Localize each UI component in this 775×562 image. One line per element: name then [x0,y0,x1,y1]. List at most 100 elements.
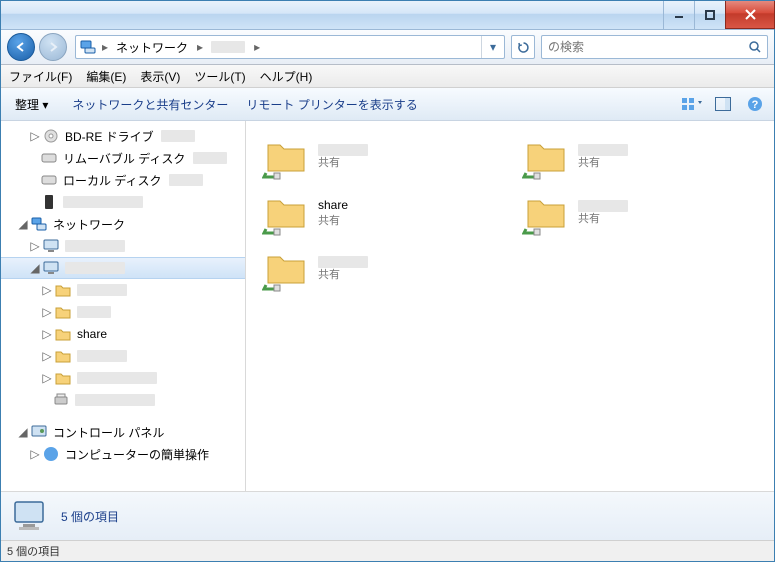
maximize-button[interactable] [694,1,725,29]
shared-folder-icon [522,133,570,181]
tree-label: コントロール パネル [53,424,164,441]
details-pane: 5 個の項目 [1,491,774,540]
network-icon [31,216,47,232]
status-text: 5 個の項目 [7,543,60,559]
device-icon [41,194,57,210]
expand-icon[interactable]: ▷ [41,327,53,341]
shared-folder-item[interactable]: share共有 [262,189,462,237]
ease-icon [43,446,59,462]
breadcrumb-current[interactable] [205,36,252,58]
view-button[interactable] [680,93,702,115]
shared-folder-icon [522,189,570,237]
tree-item[interactable] [1,389,245,411]
status-bar: 5 個の項目 [1,540,774,561]
expand-icon[interactable]: ▷ [29,129,41,143]
breadcrumb-network[interactable]: ネットワーク [110,36,195,58]
collapse-icon[interactable]: ◢ [17,217,29,231]
breadcrumb-sep[interactable]: ▸ [252,40,262,54]
organize-button[interactable]: 整理 ▾ [9,94,54,115]
menu-bar: ファイル(F) 編集(E) 表示(V) ツール(T) ヘルプ(H) [1,65,774,88]
tree-item-selected[interactable]: ◢ [1,257,245,279]
tree-label: share [77,327,107,341]
forward-button[interactable] [39,33,67,61]
preview-pane-button[interactable] [712,93,734,115]
shared-folder-icon [262,189,310,237]
refresh-button[interactable] [511,35,535,59]
tree-item[interactable]: ▷ [1,235,245,257]
menu-view[interactable]: 表示(V) [140,68,180,85]
details-text: 5 個の項目 [61,508,119,525]
titlebar [1,1,774,30]
menu-file[interactable]: ファイル(F) [9,68,72,85]
shared-folder-icon [55,348,71,364]
close-button[interactable] [725,1,775,29]
command-bar: 整理 ▾ ネットワークと共有センター リモート プリンターを表示する ? [1,88,774,121]
help-button[interactable]: ? [744,93,766,115]
computer-icon [43,260,59,276]
network-center-link[interactable]: ネットワークと共有センター [72,96,228,113]
shared-folder-icon [262,133,310,181]
breadcrumb-sep[interactable]: ▸ [195,40,205,54]
tree-item[interactable] [1,191,245,213]
tree-item[interactable]: ▷ コンピューターの簡単操作 [1,443,245,465]
navigation-tree: ▷ BD-RE ドライブ リムーバブル ディスク ローカル ディスク ◢ ネット… [1,121,246,491]
tree-item[interactable]: ▷ [1,279,245,301]
shared-folder-icon [55,370,71,386]
remote-printers-link[interactable]: リモート プリンターを表示する [246,96,417,113]
shared-folder-item[interactable]: 共有 [522,133,722,181]
shared-folder-icon [55,304,71,320]
control-panel-icon [31,424,47,440]
tree-item-network[interactable]: ◢ ネットワーク [1,213,245,235]
item-subtitle: 共有 [318,214,348,228]
expand-icon[interactable]: ▷ [29,447,41,461]
shared-folder-item[interactable]: 共有 [262,133,462,181]
item-subtitle: 共有 [578,212,628,226]
tree-label: ローカル ディスク [63,172,162,189]
tree-item[interactable]: ローカル ディスク [1,169,245,191]
menu-edit[interactable]: 編集(E) [86,68,126,85]
tree-label: リムーバブル ディスク [63,150,185,167]
breadcrumb-sep[interactable]: ▸ [100,40,110,54]
minimize-button[interactable] [663,1,694,29]
tree-label: コンピューターの簡単操作 [65,446,209,463]
menu-help[interactable]: ヘルプ(H) [260,68,313,85]
tree-item[interactable]: ▷ BD-RE ドライブ [1,125,245,147]
expand-icon[interactable]: ▷ [41,371,53,385]
search-box[interactable] [541,35,768,59]
item-subtitle: 共有 [578,156,628,170]
drive-icon [41,172,57,188]
menu-tools[interactable]: ツール(T) [194,68,245,85]
expand-icon[interactable]: ▷ [41,349,53,363]
drive-icon [41,150,57,166]
tree-label: BD-RE ドライブ [65,128,154,145]
svg-text:?: ? [752,99,759,111]
collapse-icon[interactable]: ◢ [17,425,29,439]
expand-icon[interactable]: ▷ [41,283,53,297]
shared-folder-icon [262,245,310,293]
tree-item[interactable]: ▷ [1,367,245,389]
expand-icon[interactable]: ▷ [29,239,41,253]
tree-item-control-panel[interactable]: ◢ コントロール パネル [1,421,245,443]
printer-icon [53,392,69,408]
search-input[interactable] [542,39,743,55]
tree-item[interactable]: リムーバブル ディスク [1,147,245,169]
network-icon [80,39,96,55]
back-button[interactable] [7,33,35,61]
navigation-bar: ▸ ネットワーク ▸ ▸ ▾ [1,30,774,65]
tree-item-share[interactable]: ▷ share [1,323,245,345]
tree-item[interactable]: ▷ [1,301,245,323]
computer-icon [11,496,51,536]
collapse-icon[interactable]: ◢ [29,261,41,275]
shared-folder-item[interactable]: 共有 [262,245,462,293]
expand-icon[interactable]: ▷ [41,305,53,319]
shared-folder-item[interactable]: 共有 [522,189,722,237]
shared-folder-icon [55,326,71,342]
computer-icon [43,238,59,254]
shared-folder-icon [55,282,71,298]
address-bar[interactable]: ▸ ネットワーク ▸ ▸ ▾ [75,35,505,59]
item-subtitle: 共有 [318,268,368,282]
search-icon[interactable] [743,40,767,54]
tree-item[interactable]: ▷ [1,345,245,367]
address-dropdown[interactable]: ▾ [481,36,504,58]
tree-label: ネットワーク [53,216,125,233]
